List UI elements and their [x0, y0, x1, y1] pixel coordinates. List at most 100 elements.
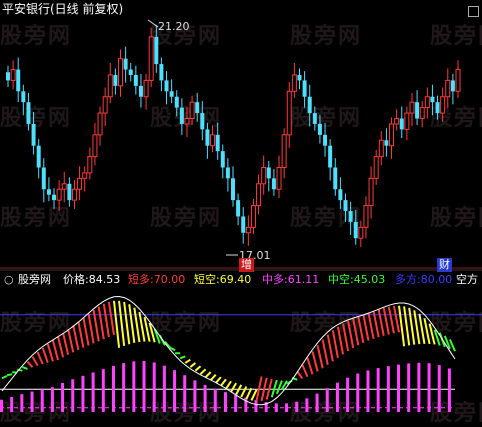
candle-body: [83, 173, 87, 178]
candle-body: [32, 124, 36, 146]
mid-term-bar: [387, 366, 390, 412]
trend-ribbon-hatch: [185, 360, 190, 363]
trend-ribbon-hatch: [343, 324, 348, 351]
stat-short-long: 短多:70.00: [128, 273, 185, 287]
trend-ribbon-hatch: [63, 333, 68, 355]
trend-ribbon-hatch: [195, 366, 200, 370]
candle-body: [292, 75, 296, 91]
candle-body: [108, 75, 112, 97]
mid-term-bar: [71, 379, 74, 412]
trend-ribbon-hatch: [251, 390, 256, 401]
candle-body: [88, 157, 92, 173]
candle-body: [313, 113, 317, 124]
trend-ribbon-hatch: [2, 376, 7, 378]
candle-body: [195, 102, 199, 113]
candle-body: [21, 91, 25, 102]
trend-ribbon-hatch: [246, 388, 251, 399]
candle-body: [328, 146, 332, 168]
candle-body: [241, 216, 245, 232]
candle-body: [129, 70, 133, 75]
trend-ribbon-hatch: [297, 371, 302, 378]
mid-term-bar: [173, 370, 176, 412]
candle-body: [159, 64, 163, 80]
trend-ribbon-hatch: [409, 308, 414, 345]
trend-ribbon-hatch: [33, 357, 38, 366]
mid-term-bar: [356, 374, 359, 412]
candle-body: [323, 135, 327, 146]
indicator-name: 股旁网: [18, 273, 51, 287]
candle-body: [405, 113, 409, 129]
trend-ribbon-hatch: [312, 351, 317, 371]
square-menu-icon[interactable]: [468, 6, 479, 17]
trend-ribbon-hatch: [201, 369, 206, 374]
finance-badge[interactable]: 财: [437, 258, 452, 272]
candle-body: [67, 184, 71, 200]
mid-term-bar: [448, 369, 451, 412]
candle-body: [344, 200, 348, 211]
trend-ribbon-hatch: [389, 307, 394, 334]
candle-body: [190, 102, 194, 118]
stock-chart-canvas[interactable]: [0, 0, 482, 424]
trend-ribbon-hatch: [328, 335, 333, 362]
chart-title: 平安银行(日线 前复权): [2, 2, 123, 16]
stat-price: 价格:84.53: [63, 273, 120, 287]
trend-ribbon-hatch: [119, 301, 124, 346]
trend-ribbon-hatch: [7, 374, 12, 375]
mid-term-bar: [407, 363, 410, 412]
mid-term-bar: [122, 363, 125, 412]
trend-ribbon-hatch: [129, 304, 134, 343]
trend-ribbon-hatch: [68, 329, 73, 352]
mid-term-bar: [417, 363, 420, 412]
mid-term-bar: [428, 363, 431, 412]
mid-term-bar: [102, 369, 105, 412]
trend-ribbon-hatch: [78, 321, 83, 347]
trend-ribbon-hatch: [104, 304, 109, 337]
mid-term-bar: [61, 383, 64, 412]
candle-body: [154, 37, 158, 64]
trend-ribbon-hatch: [89, 314, 94, 344]
indicator-collapse-icon[interactable]: ○: [4, 273, 14, 287]
mid-term-bar: [295, 402, 298, 412]
trend-ribbon-hatch: [414, 310, 419, 344]
candle-body: [282, 135, 286, 168]
trend-ribbon-hatch: [53, 340, 58, 360]
trend-ribbon-hatch: [358, 317, 363, 343]
trend-ribbon-hatch: [83, 318, 88, 346]
trend-ribbon-hatch: [379, 309, 384, 335]
candle-body: [420, 108, 424, 119]
trend-ribbon-hatch: [139, 312, 144, 342]
stat-short-short: 短空:69.40: [194, 273, 251, 287]
buy-signal-badge[interactable]: 增: [239, 258, 254, 272]
candle-body: [211, 135, 215, 146]
candle-body: [456, 70, 460, 92]
candle-body: [257, 184, 261, 206]
mid-term-bar: [204, 385, 207, 412]
candle-body: [52, 195, 56, 200]
candle-body: [338, 189, 342, 200]
trend-ribbon-hatch: [241, 387, 246, 397]
candle-body: [277, 167, 281, 189]
chart-screen: 股旁网股旁网股旁网股旁网股旁网股旁网股旁网股旁网股旁网股旁网股旁网股旁网股旁网股…: [0, 0, 482, 424]
candle-body: [98, 113, 102, 135]
candle-body: [272, 178, 276, 189]
trend-ribbon-hatch: [338, 327, 343, 355]
candle-body: [124, 59, 128, 70]
trend-ribbon-hatch: [58, 337, 63, 358]
candle-body: [430, 97, 434, 102]
candle-body: [267, 167, 271, 178]
candle-body: [446, 80, 450, 96]
mid-term-bar: [377, 368, 380, 412]
trend-ribbon-hatch: [394, 306, 399, 332]
candle-body: [349, 211, 353, 222]
trend-ribbon-hatch: [404, 306, 409, 345]
trend-ribbon-hatch: [216, 377, 221, 383]
trend-ribbon-hatch: [307, 358, 312, 374]
mid-term-bar: [346, 378, 349, 412]
trend-ribbon-hatch: [333, 330, 338, 357]
candle-body: [374, 157, 378, 179]
candle-body: [6, 72, 10, 80]
mid-term-bar: [51, 387, 54, 412]
candle-body: [226, 167, 230, 178]
candle-body: [410, 102, 414, 113]
trend-ribbon-hatch: [48, 344, 53, 361]
